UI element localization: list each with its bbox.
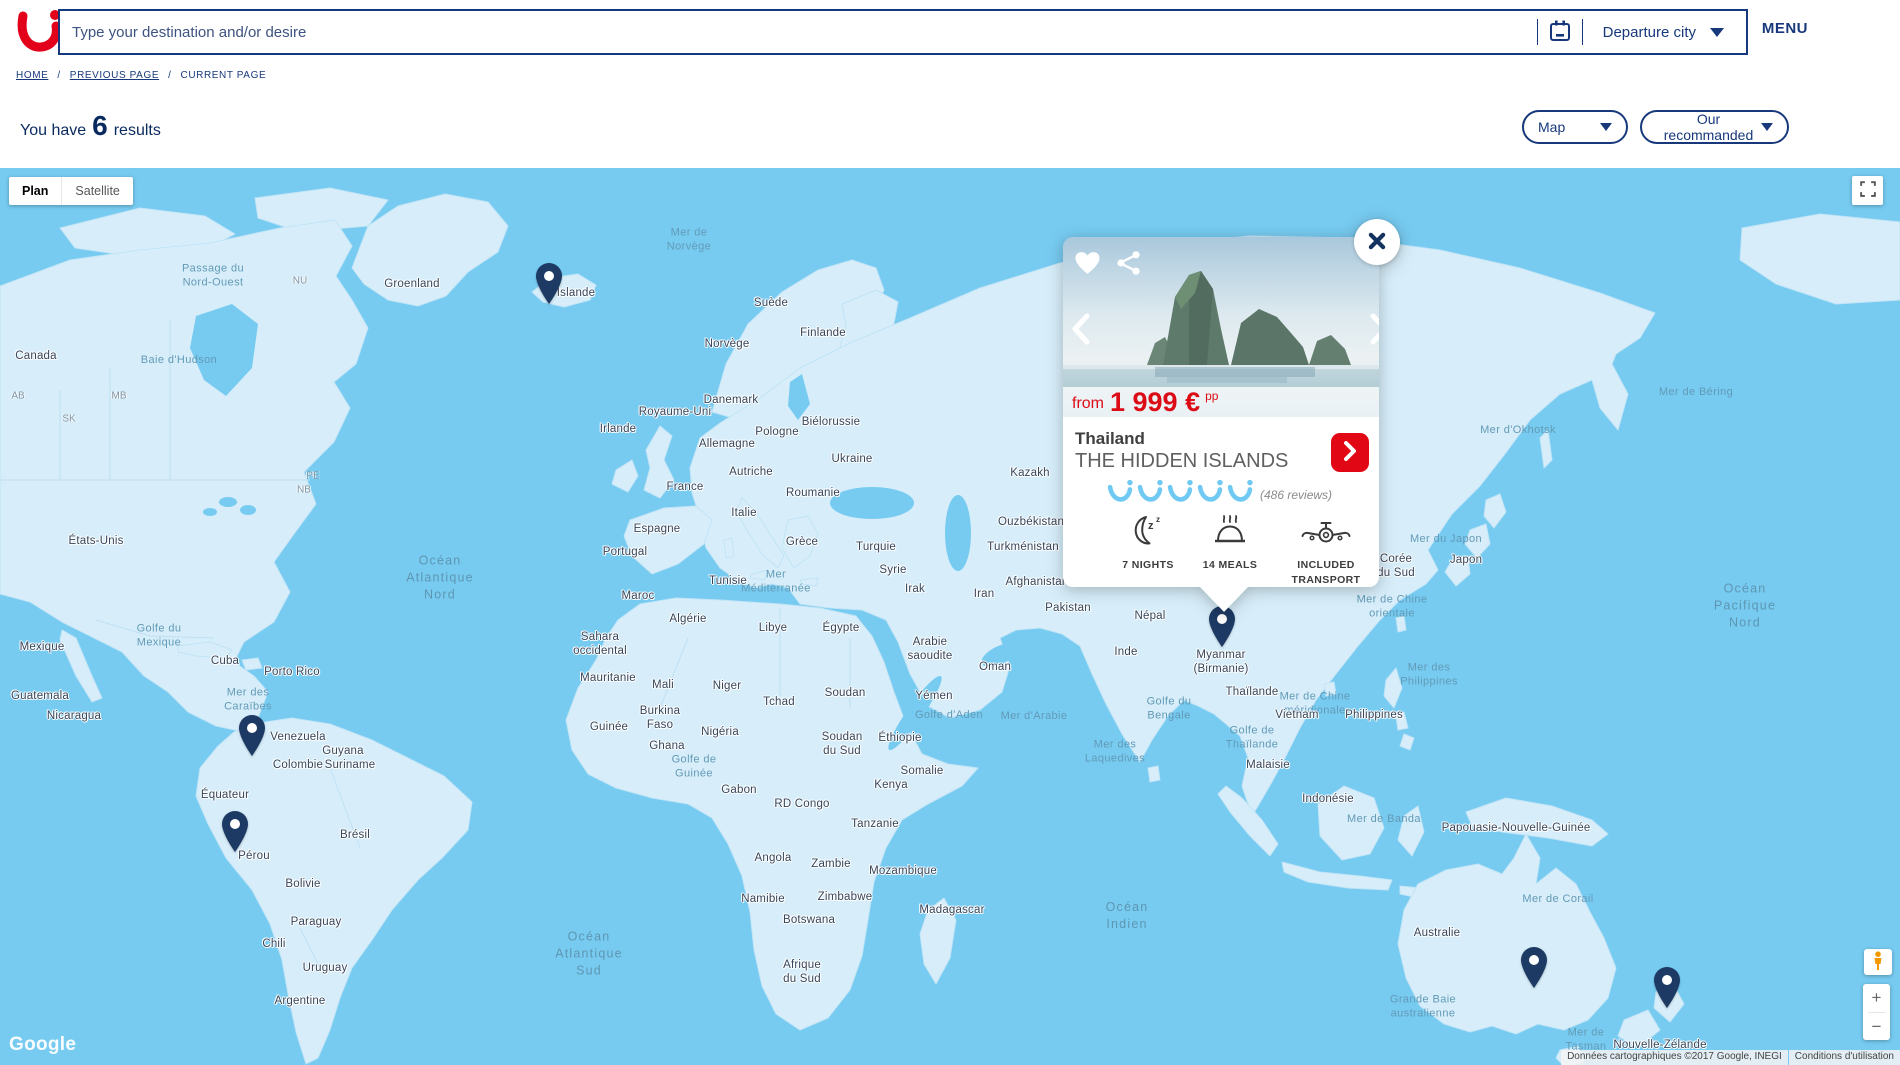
results-number: 6 bbox=[92, 110, 108, 142]
amenity-label: 7 NIGHTS bbox=[1122, 558, 1174, 573]
world-map[interactable] bbox=[0, 168, 1900, 1065]
reviews-count: (486 reviews) bbox=[1260, 488, 1332, 502]
result-card: from 1 999 € pp Thailand THE HIDDEN ISLA… bbox=[1063, 237, 1379, 587]
amenity-label: 14 MEALS bbox=[1203, 558, 1258, 573]
amenity-meals: 14 MEALS bbox=[1189, 513, 1271, 587]
map-type-plan-button[interactable]: Plan bbox=[9, 177, 61, 205]
tui-logo[interactable] bbox=[16, 7, 62, 53]
transport-icon bbox=[1300, 513, 1352, 552]
meals-icon bbox=[1210, 513, 1250, 552]
map-pin-iceland[interactable] bbox=[534, 262, 564, 309]
terms-link[interactable]: Conditions d'utilisation bbox=[1789, 1050, 1900, 1065]
departure-city-dropdown[interactable]: Departure city bbox=[1583, 11, 1746, 53]
map-pin-peru[interactable] bbox=[220, 810, 250, 857]
search-box-right: Departure city bbox=[1537, 11, 1746, 53]
breadcrumb-previous-page[interactable]: PREVIOUS PAGE bbox=[70, 70, 159, 81]
fullscreen-icon bbox=[1858, 179, 1878, 202]
price-prefix: from bbox=[1072, 395, 1104, 413]
departure-city-label: Departure city bbox=[1603, 24, 1696, 41]
calendar-icon bbox=[1548, 19, 1572, 46]
card-pointer-tail bbox=[1200, 587, 1248, 612]
chevron-down-icon bbox=[1600, 123, 1612, 131]
map-pin-thailand[interactable] bbox=[1207, 605, 1237, 652]
zoom-out-button[interactable]: − bbox=[1863, 1013, 1890, 1041]
rating-smiles bbox=[1107, 479, 1253, 508]
tui-smile-icon bbox=[1227, 479, 1253, 508]
map-type-satellite-button[interactable]: Satellite bbox=[61, 177, 132, 205]
sort-label: Our recommanded bbox=[1656, 111, 1761, 143]
search-input[interactable] bbox=[60, 11, 1537, 53]
tui-smile-icon bbox=[1197, 479, 1223, 508]
amenities-row: z z 7 NIGHTS bbox=[1107, 513, 1381, 587]
svg-text:z: z bbox=[1156, 515, 1160, 524]
map-pin-new-zealand[interactable] bbox=[1652, 966, 1682, 1013]
view-mode-dropdown[interactable]: Map bbox=[1522, 110, 1628, 144]
google-logo[interactable]: Google bbox=[9, 1034, 76, 1056]
results-prefix: You have bbox=[20, 122, 86, 140]
card-close-button[interactable] bbox=[1354, 219, 1400, 265]
card-info: Thailand THE HIDDEN ISLANDS (486 reviews… bbox=[1063, 417, 1379, 587]
zoom-control: + − bbox=[1863, 984, 1890, 1040]
tui-smile-icon bbox=[1107, 479, 1133, 508]
chevron-right-icon bbox=[1343, 441, 1357, 464]
amenity-transport: INCLUDED TRANSPORT bbox=[1271, 513, 1381, 587]
svg-text:z: z bbox=[1148, 520, 1154, 532]
map-pin-colombia[interactable] bbox=[237, 714, 267, 761]
tui-smile-icon bbox=[1167, 479, 1193, 508]
results-row: You have 6 results Map Our recommanded bbox=[0, 96, 1900, 158]
destination-search-box: Departure city bbox=[58, 9, 1748, 55]
menu-button[interactable]: MENU bbox=[1762, 20, 1808, 37]
price-suffix: pp bbox=[1205, 389, 1218, 403]
pegman-button[interactable] bbox=[1864, 949, 1892, 975]
calendar-button[interactable] bbox=[1538, 11, 1582, 53]
card-photo: from 1 999 € pp bbox=[1063, 237, 1379, 417]
price-banner: from 1 999 € pp bbox=[1063, 387, 1379, 417]
top-header: Departure city MENU bbox=[0, 0, 1900, 57]
map-pin-australia[interactable] bbox=[1519, 946, 1549, 993]
amenity-nights: z z 7 NIGHTS bbox=[1107, 513, 1189, 587]
results-count: You have 6 results bbox=[20, 110, 161, 142]
attribution-text: Données cartographiques ©2017 Google, IN… bbox=[1561, 1050, 1788, 1065]
zoom-in-button[interactable]: + bbox=[1863, 984, 1890, 1012]
view-offer-button[interactable] bbox=[1331, 433, 1369, 472]
breadcrumb-separator: / bbox=[57, 70, 60, 81]
breadcrumb-separator: / bbox=[168, 70, 171, 81]
pegman-icon bbox=[1871, 951, 1885, 974]
results-suffix: results bbox=[114, 122, 161, 140]
sort-dropdown[interactable]: Our recommanded bbox=[1640, 110, 1789, 144]
amenity-label: INCLUDED TRANSPORT bbox=[1276, 558, 1376, 587]
card-title: THE HIDDEN ISLANDS bbox=[1075, 450, 1288, 473]
chevron-down-icon bbox=[1761, 123, 1773, 131]
map-type-control: Plan Satellite bbox=[9, 177, 133, 205]
price-value: 1 999 € bbox=[1110, 387, 1200, 418]
breadcrumb: HOME / PREVIOUS PAGE / CURRENT PAGE bbox=[16, 70, 266, 81]
map-canvas[interactable]: Océan Atlantique NordOcéan Atlantique Su… bbox=[0, 168, 1900, 1065]
breadcrumb-current-page: CURRENT PAGE bbox=[181, 70, 267, 81]
card-country: Thailand bbox=[1075, 429, 1145, 449]
map-attribution: Données cartographiques ©2017 Google, IN… bbox=[1561, 1050, 1900, 1065]
breadcrumb-home[interactable]: HOME bbox=[16, 70, 48, 81]
chevron-down-icon bbox=[1710, 28, 1724, 37]
close-icon bbox=[1364, 228, 1390, 257]
fullscreen-button[interactable] bbox=[1852, 176, 1883, 205]
nights-icon: z z bbox=[1128, 513, 1168, 552]
tui-smile-icon bbox=[1137, 479, 1163, 508]
view-mode-label: Map bbox=[1538, 119, 1565, 135]
